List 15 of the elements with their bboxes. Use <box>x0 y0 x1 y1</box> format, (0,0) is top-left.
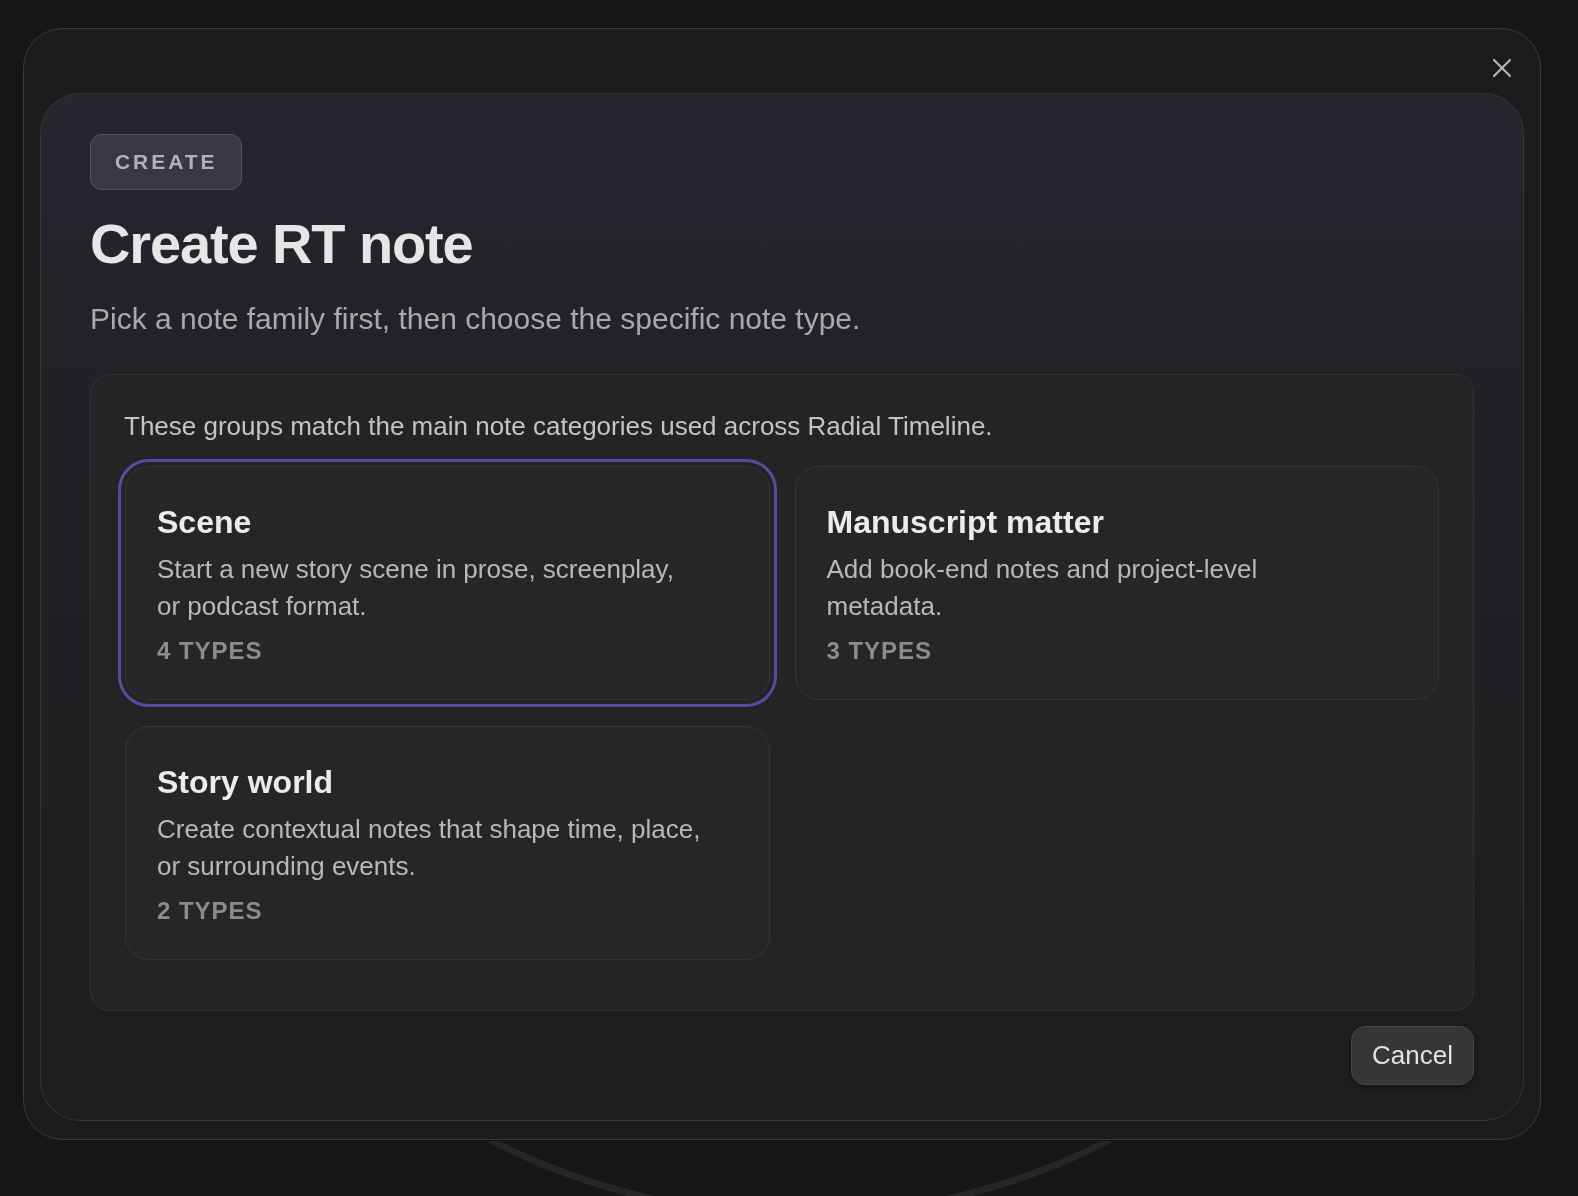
type-count: 3 TYPES <box>826 636 932 666</box>
dialog-subtitle: Pick a note family first, then choose the specific note type. <box>90 301 862 337</box>
type-count: 4 TYPES <box>157 636 263 666</box>
dialog-title: Create RT note <box>90 211 474 277</box>
family-title: Story world <box>157 763 333 802</box>
type-count: 2 TYPES <box>157 896 263 926</box>
family-title: Manuscript matter <box>826 503 1104 542</box>
family-title: Scene <box>157 503 252 542</box>
family-description: Add book-end notes and project-level metadata. <box>826 553 1259 623</box>
family-description: Start a new story scene in prose, screenplay, or podcast format. <box>157 553 675 623</box>
family-description: Create contextual notes that shape time, place, or surrounding events. <box>157 813 702 883</box>
note-family-card[interactable]: Scene Start a new story scene in prose, screenplay, or podcast format. 4 TYPES <box>118 459 777 707</box>
panel-intro: These groups match the main note categories used across Radial Timeline. <box>123 410 994 443</box>
cancel-button[interactable]: Cancel <box>1351 1026 1474 1085</box>
create-badge: CREATE <box>90 134 243 190</box>
